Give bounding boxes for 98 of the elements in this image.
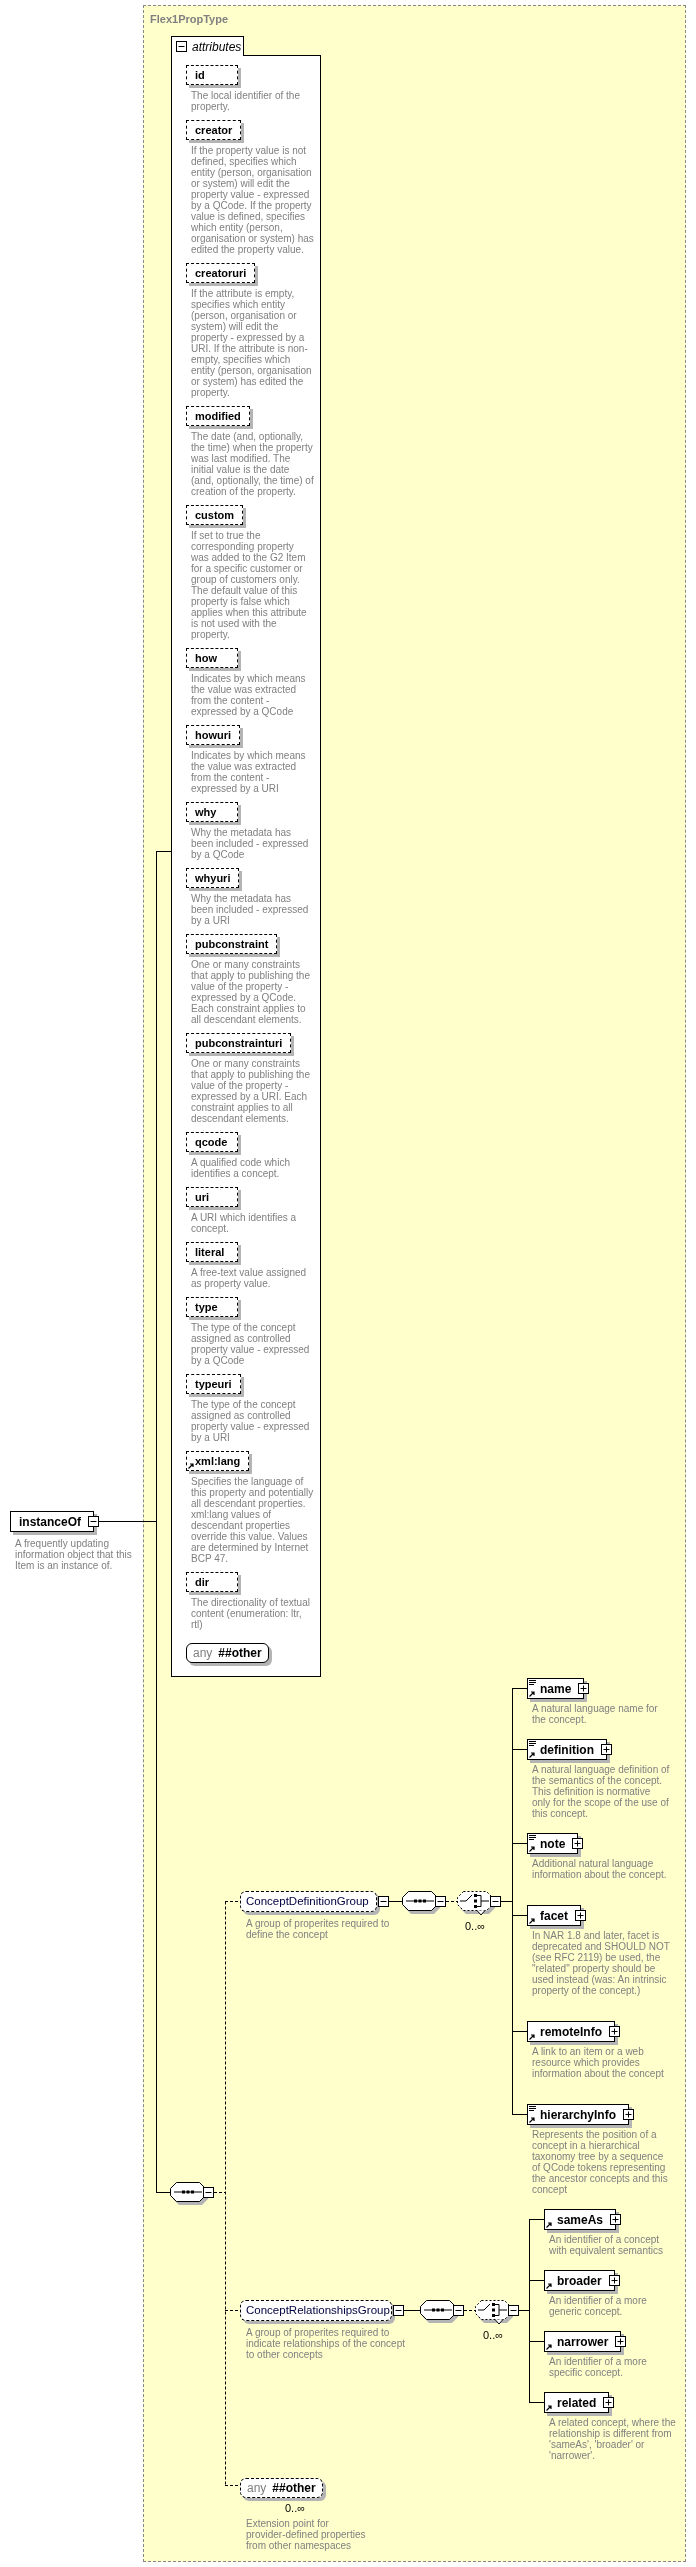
wildcard-namespace: ##other	[218, 1645, 262, 1662]
sequence-icon	[170, 2182, 208, 2205]
attribute-name: literal	[195, 1244, 225, 1260]
attribute-name: typeuri	[195, 1376, 232, 1392]
element-name: related	[557, 2394, 597, 2412]
element-name: definition	[540, 1741, 594, 1759]
description-text: If the property value is not defined, specifies which entity (person, organisation or system) will edit the property value - expressed by a QCode. If the property value is defined, specifies which entity (person, organisation or system) has edited the property value.	[190, 145, 314, 255]
description-text: Indicates by which means the value was extracted from the content - expressed by a QCode	[190, 673, 307, 717]
expand-button[interactable]	[601, 1744, 612, 1755]
sequence-icon	[402, 1891, 440, 1914]
description-text: In NAR 1.8 and later, facet is deprecated and SHOULD NOT (see RFC 2119) be used, the "related" property should be used instead (was: An intrinsic property of the concept.)	[532, 1930, 670, 1996]
description-text: If the attribute is empty, specifies which entity (person, organisation or system) will edit the property - expressed by a URI. If the attribute is non-empty, specifies which entity (person, organisation or system) has edited the property.	[190, 288, 313, 398]
description-text: An identifier of a more specific concept.	[549, 2356, 648, 2378]
description-text: Additional natural language information about the concept.	[532, 1858, 668, 1880]
attribute-name: qcode	[195, 1134, 228, 1150]
description-text: A qualified code which identifies a concept.	[190, 1157, 291, 1179]
description-text: A URI which identifies a concept.	[190, 1212, 298, 1234]
expand-button[interactable]	[608, 2275, 620, 2286]
attribute-name: xml:lang	[195, 1453, 241, 1469]
group-name: ConceptRelationshipsGroup	[246, 2302, 390, 2318]
collapse-button[interactable]	[203, 2187, 214, 2198]
collapse-button[interactable]	[378, 1896, 389, 1907]
description-text: A group of properites required to define the concept	[246, 1918, 391, 1940]
element-name: sameAs	[557, 2211, 604, 2229]
element-name: narrower	[557, 2333, 609, 2351]
attribute-name: custom	[195, 507, 235, 523]
connector-line	[445, 1901, 458, 1902]
element-name: remoteInfo	[540, 2023, 602, 2041]
description-text: Why the metadata has been included - expressed by a QCode	[190, 827, 310, 860]
attribute-name: uri	[195, 1189, 210, 1205]
expand-button[interactable]	[615, 2336, 627, 2347]
expand-button[interactable]	[623, 2109, 635, 2120]
wildcard-label: any	[247, 2480, 267, 2497]
attribute-name: pubconstrainturi	[195, 1035, 283, 1051]
collapse-button[interactable]	[490, 1896, 501, 1907]
element-name: note	[540, 1835, 566, 1853]
element-name: hierarchyInfo	[540, 2106, 617, 2124]
panel-title: Flex1PropType	[150, 12, 229, 27]
collapse-button[interactable]	[453, 2305, 464, 2316]
description-text: An identifier of a more generic concept.	[549, 2295, 648, 2317]
description-text: The type of the concept assigned as controlled property value - expressed by a URI	[190, 1399, 311, 1443]
attribute-name: whyuri	[195, 870, 231, 886]
description-text: One or many constraints that apply to publishing the value of the property - expressed by a URI. Each constraint applies to all descendant elements.	[190, 1058, 311, 1124]
choice-icon	[475, 2300, 513, 2327]
element-name: name	[540, 1680, 572, 1698]
attribute-name: id	[195, 67, 205, 83]
collapse-button[interactable]	[88, 1516, 99, 1527]
sequence-icon	[420, 2300, 458, 2323]
description-text: An identifier of a concept with equivalent semantics	[549, 2234, 664, 2256]
choice-icon	[457, 1891, 495, 1918]
attribute-name: modified	[195, 408, 241, 424]
description-text: A natural language definition of the semantics of the concept. This definition is normative only for the scope of the use of this concept.	[532, 1764, 670, 1819]
expand-button[interactable]	[575, 1910, 586, 1921]
wildcard-label: any	[193, 1645, 213, 1662]
expand-button[interactable]	[609, 2026, 620, 2037]
expand-button[interactable]	[603, 2397, 615, 2408]
description-text: A related concept, where the relationship is different from 'sameAs', 'broader' or 'narrower'.	[549, 2417, 677, 2461]
occurrence-label: 0..∞	[465, 1919, 486, 1934]
description-text: Indicates by which means the value was extracted from the content - expressed by a URI	[190, 750, 307, 794]
collapse-button[interactable]	[176, 41, 187, 52]
attribute-name: type	[195, 1299, 218, 1315]
attribute-name: pubconstraint	[195, 936, 269, 952]
description-text: The local identifier of the property.	[190, 90, 301, 112]
attribute-name: why	[195, 804, 217, 820]
description-text: A free-text value assigned as property value.	[190, 1267, 308, 1289]
occurrence-label: 0..∞	[483, 2328, 504, 2343]
description-text: The directionality of textual content (enumeration: ltr, rtl)	[190, 1597, 311, 1630]
description-text: The type of the concept assigned as controlled property value - expressed by a QCode	[190, 1322, 311, 1366]
collapse-button[interactable]	[435, 1896, 446, 1907]
element-name: instanceOf	[19, 1513, 81, 1531]
description-text: If set to true the corresponding property was added to the G2 Item for a specific customer or group of customers only. The default value of this property is false which applies when this attribute is not used with the property.	[190, 530, 308, 640]
expand-button[interactable]	[578, 1683, 590, 1694]
wildcard-namespace: ##other	[272, 2480, 316, 2497]
description-text: A group of properites required to indicate relationships of the concept to other concepts	[246, 2327, 406, 2360]
description-text: One or many constraints that apply to publishing the value of the property - expressed by a QCode. Each constraint applies to all descendant elements.	[190, 959, 311, 1025]
attribute-name: creator	[195, 122, 233, 138]
attribute-name: creatoruri	[195, 265, 247, 281]
element-name: broader	[557, 2272, 602, 2290]
description-text: The date (and, optionally, the time) when the property was last modified. The initial value is the date (and, optionally, the time) of creation of the property.	[190, 431, 314, 497]
description-text: A link to an item or a web resource which provides information about the concept	[532, 2046, 665, 2079]
attribute-name: howuri	[195, 727, 232, 743]
description-text: Extension point for provider-defined properties from other namespaces	[246, 2518, 366, 2551]
collapse-button[interactable]	[508, 2305, 519, 2316]
attribute-name: dir	[195, 1574, 210, 1590]
description-text: Specifies the language of this property and potentially all descendant properties. xml:lang values of descendant properties override this value. Values are determined by Internet BCP 47.	[190, 1476, 314, 1564]
description-text: Why the metadata has been included - expressed by a URI	[190, 893, 310, 926]
description-text: A natural language name for the concept.	[532, 1703, 659, 1725]
description-text: Represents the position of a concept in a hierarchical taxonomy tree by a sequence of QCode tokens representing the ancestor concepts and this concept	[532, 2129, 669, 2195]
description-text: A frequently updating information object that this Item is an instance of.	[15, 1538, 133, 1571]
group-name: ConceptDefinitionGroup	[246, 1893, 369, 1909]
attributes-title: attributes	[192, 38, 242, 56]
connector-line	[463, 2310, 476, 2311]
occurrence-label: 0..∞	[285, 2501, 306, 2516]
collapse-button[interactable]	[393, 2305, 404, 2316]
expand-button[interactable]	[572, 1838, 584, 1849]
attribute-name: how	[195, 650, 217, 666]
expand-button[interactable]	[610, 2214, 622, 2225]
element-name: facet	[540, 1907, 568, 1925]
